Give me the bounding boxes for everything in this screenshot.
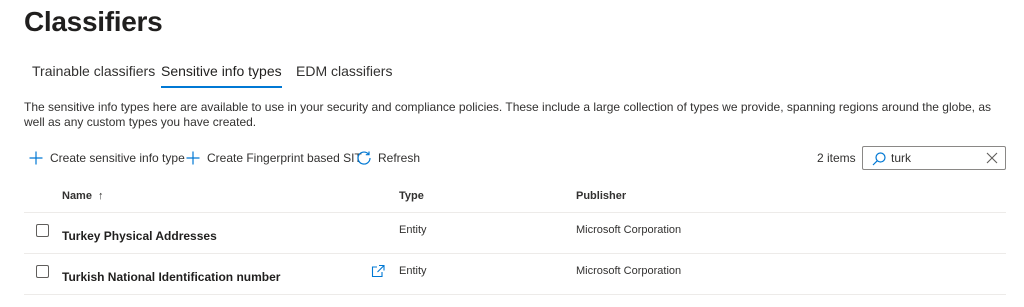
search-box[interactable] bbox=[862, 146, 1006, 170]
item-count: 2 items bbox=[817, 151, 856, 165]
table-row[interactable]: Turkey Physical Addresses Entity Microso… bbox=[24, 213, 1006, 254]
row-name[interactable]: Turkey Physical Addresses bbox=[62, 229, 217, 243]
sensitive-info-types-table: Name ↑ Type Publisher Turkey Physical Ad… bbox=[24, 178, 1006, 295]
refresh-label: Refresh bbox=[378, 151, 421, 165]
row-type: Entity bbox=[399, 265, 427, 277]
search-icon bbox=[872, 152, 886, 166]
column-header-name-label: Name bbox=[62, 190, 92, 202]
create-fingerprint-sit-label: Create Fingerprint based SIT bbox=[207, 151, 362, 165]
close-icon[interactable] bbox=[985, 151, 999, 165]
row-name[interactable]: Turkish National Identification number bbox=[62, 270, 280, 284]
table-row[interactable]: Turkish National Identification number E… bbox=[24, 254, 1006, 295]
sort-ascending-icon: ↑ bbox=[98, 190, 104, 202]
search-input[interactable] bbox=[891, 149, 979, 167]
create-sensitive-info-type-button[interactable]: Create sensitive info type bbox=[28, 146, 185, 170]
create-fingerprint-sit-button[interactable]: Create Fingerprint based SIT bbox=[185, 146, 362, 170]
column-header-name[interactable]: Name ↑ bbox=[62, 190, 104, 202]
column-header-type[interactable]: Type bbox=[399, 190, 424, 202]
column-header-publisher[interactable]: Publisher bbox=[576, 190, 626, 202]
tab-trainable-classifiers[interactable]: Trainable classifiers bbox=[32, 62, 155, 90]
command-bar: Create sensitive info type Create Finger… bbox=[24, 146, 1006, 172]
row-checkbox[interactable] bbox=[36, 224, 49, 237]
page-title: Classifiers bbox=[24, 6, 163, 37]
refresh-icon bbox=[357, 151, 371, 165]
row-publisher: Microsoft Corporation bbox=[576, 265, 682, 277]
row-publisher: Microsoft Corporation bbox=[576, 224, 682, 236]
page-description: The sensitive info types here are availa… bbox=[24, 100, 992, 129]
plus-icon bbox=[29, 151, 43, 165]
refresh-button[interactable]: Refresh bbox=[356, 146, 420, 170]
tab-edm-classifiers[interactable]: EDM classifiers bbox=[296, 62, 392, 90]
row-type: Entity bbox=[399, 224, 427, 236]
table-header: Name ↑ Type Publisher bbox=[24, 178, 1006, 213]
open-in-new-icon[interactable] bbox=[370, 264, 386, 278]
create-sensitive-info-type-label: Create sensitive info type bbox=[50, 151, 185, 165]
tab-sensitive-info-types[interactable]: Sensitive info types bbox=[161, 62, 282, 90]
plus-icon bbox=[186, 151, 200, 165]
row-checkbox[interactable] bbox=[36, 265, 49, 278]
